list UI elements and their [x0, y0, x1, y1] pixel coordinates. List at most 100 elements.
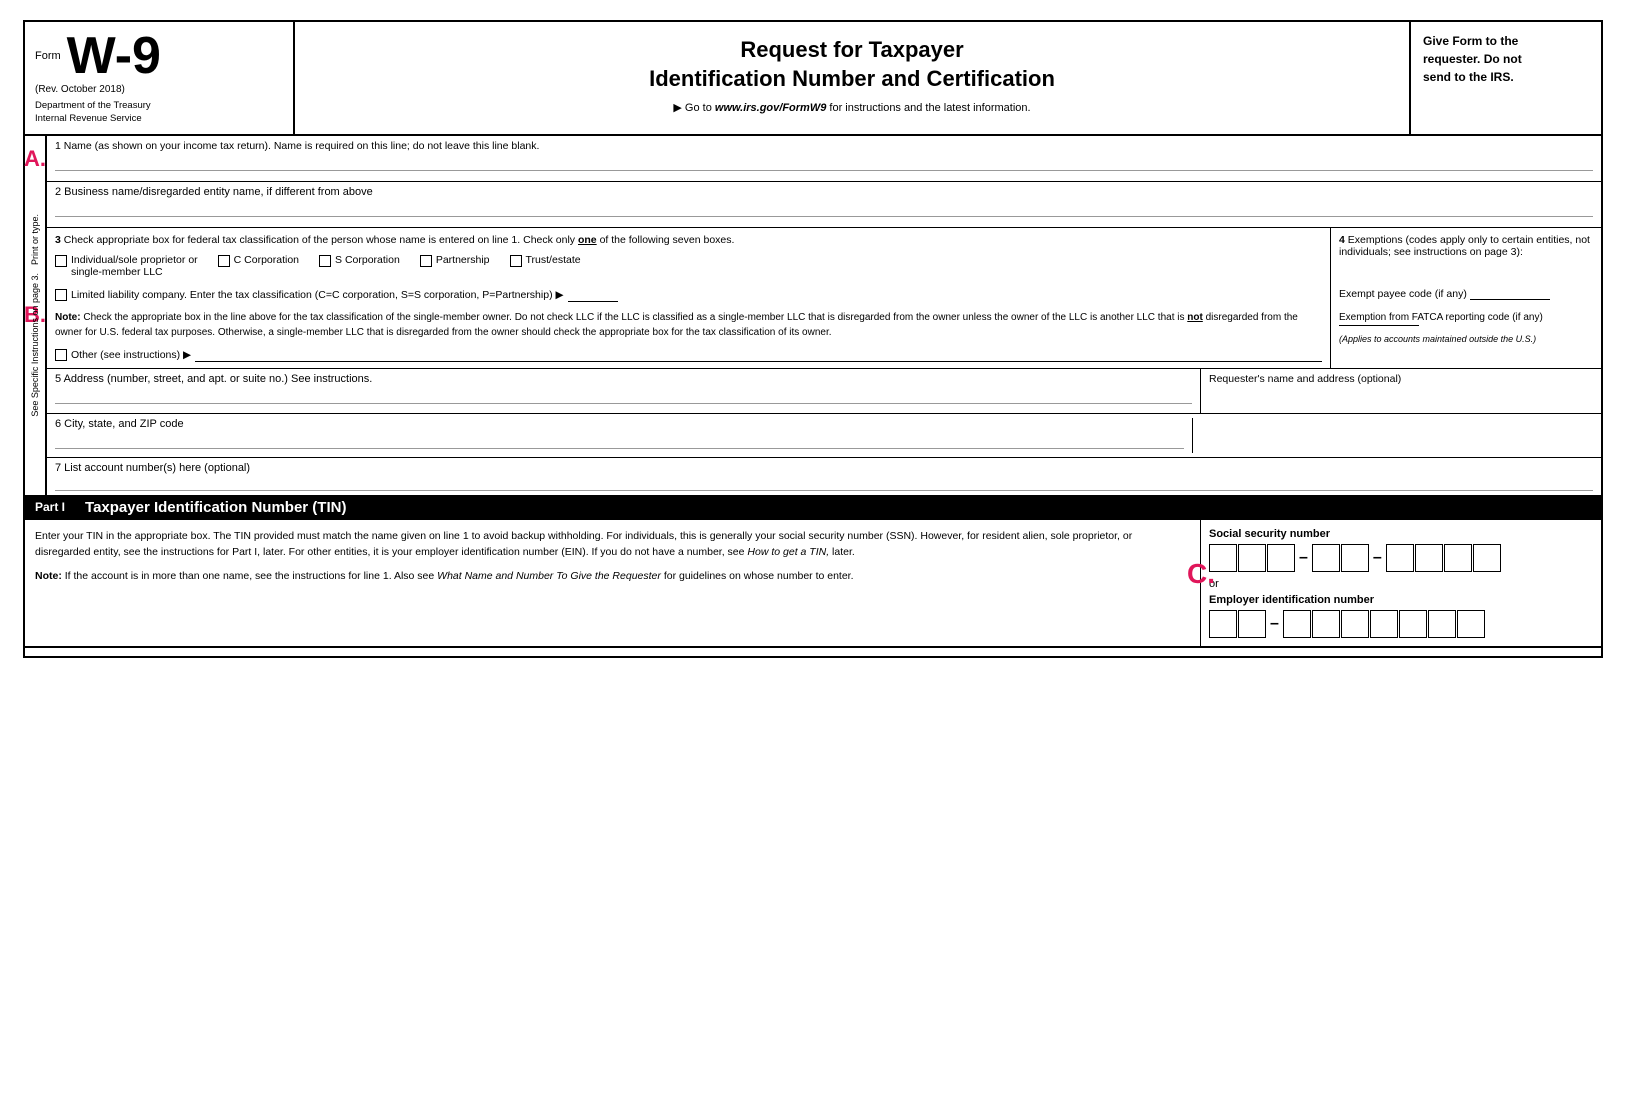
checkbox-individual-box[interactable] — [55, 255, 67, 267]
part1-header: Part I Taxpayer Identification Number (T… — [25, 495, 1601, 520]
ssn-cell-3[interactable] — [1267, 544, 1295, 572]
ein-cell-9[interactable] — [1457, 610, 1485, 638]
fatca-section: Exemption from FATCA reporting code (if … — [1339, 312, 1593, 326]
llc-classification-input[interactable] — [568, 288, 618, 302]
side-print-type: Print or type. — [30, 210, 41, 269]
form-fields: 1 Name (as shown on your income tax retu… — [47, 136, 1601, 495]
form-number-block: Form W-9 — [35, 30, 283, 82]
line5-input[interactable] — [55, 391, 1192, 404]
checkbox-partnership-box[interactable] — [420, 255, 432, 267]
line2-field: 2 Business name/disregarded entity name,… — [47, 182, 1601, 228]
ssn-cell-9[interactable] — [1473, 544, 1501, 572]
ssn-boxes: – – — [1209, 544, 1593, 572]
line1-label: 1 Name (as shown on your income tax retu… — [55, 140, 539, 152]
checkbox-partnership[interactable]: Partnership — [420, 254, 490, 267]
ssn-cell-7[interactable] — [1415, 544, 1443, 572]
other-row[interactable]: Other (see instructions) ▶ — [55, 348, 1322, 362]
requester-address[interactable] — [1193, 418, 1593, 453]
fatca-input[interactable] — [1339, 325, 1419, 326]
line3-section: 3 Check appropriate box for federal tax … — [47, 228, 1331, 368]
line6-row: 6 City, state, and ZIP code — [47, 414, 1601, 458]
ssn-segment-2 — [1312, 544, 1369, 572]
ein-cell-3[interactable] — [1283, 610, 1311, 638]
ssn-cell-8[interactable] — [1444, 544, 1472, 572]
line4-title: 4 Exemptions (codes apply only to certai… — [1339, 234, 1593, 258]
side-see-specific: See Specific Instructions on page 3. — [30, 269, 41, 421]
llc-row: Limited liability company. Enter the tax… — [55, 288, 1322, 302]
ein-cell-7[interactable] — [1399, 610, 1427, 638]
ssn-cell-6[interactable] — [1386, 544, 1414, 572]
go-to-line: ▶ Go to www.irs.gov/FormW9 for instructi… — [305, 101, 1399, 114]
ssn-label: Social security number — [1209, 528, 1593, 540]
rev-date: (Rev. October 2018) — [35, 84, 283, 95]
line1-input[interactable] — [55, 158, 1593, 171]
ein-cell-8[interactable] — [1428, 610, 1456, 638]
bottom-border — [25, 646, 1601, 656]
ein-cell-6[interactable] — [1370, 610, 1398, 638]
part1-label: Part I — [35, 500, 65, 514]
line4-section: 4 Exemptions (codes apply only to certai… — [1331, 228, 1601, 368]
marker-c: C. — [1187, 558, 1215, 590]
ein-cell-1[interactable] — [1209, 610, 1237, 638]
ssn-cell-5[interactable] — [1341, 544, 1369, 572]
header-left: Form W-9 (Rev. October 2018) Department … — [25, 22, 295, 134]
side-label: A. Print or type. B. See Specific Instru… — [25, 136, 47, 495]
ein-dash: – — [1270, 615, 1279, 633]
line7-label: 7 List account number(s) here (optional) — [55, 462, 250, 474]
dept-line2: Internal Revenue Service — [35, 112, 283, 125]
line5-label: 5 Address (number, street, and apt. or s… — [55, 373, 372, 385]
line7-section: 7 List account number(s) here (optional) — [47, 458, 1601, 495]
or-text: or — [1209, 578, 1593, 590]
checkbox-c-corp-box[interactable] — [218, 255, 230, 267]
ssn-dash-2: – — [1373, 549, 1382, 567]
line3-note: Note: Check the appropriate box in the l… — [55, 310, 1322, 340]
dept-info: Department of the Treasury Internal Reve… — [35, 99, 283, 126]
line7-input[interactable] — [55, 478, 1593, 491]
other-input[interactable] — [195, 348, 1322, 362]
form-main-title: Request for Taxpayer Identification Numb… — [305, 36, 1399, 93]
checkbox-other-box[interactable] — [55, 349, 67, 361]
exempt-payee-input[interactable] — [1470, 299, 1550, 300]
marker-a: A. — [24, 146, 46, 172]
checkbox-trust[interactable]: Trust/estate — [510, 254, 581, 267]
line2-input[interactable] — [55, 204, 1593, 217]
part1-instructions: Enter your TIN in the appropriate box. T… — [25, 520, 1201, 646]
w9-form: Form W-9 (Rev. October 2018) Department … — [23, 20, 1603, 658]
part1-title: Taxpayer Identification Number (TIN) — [85, 499, 346, 516]
applies-note: (Applies to accounts maintained outside … — [1339, 334, 1593, 344]
checkbox-llc-box[interactable] — [55, 289, 67, 301]
form-header: Form W-9 (Rev. October 2018) Department … — [25, 22, 1601, 136]
ssn-cell-2[interactable] — [1238, 544, 1266, 572]
form-body: A. Print or type. B. See Specific Instru… — [25, 136, 1601, 495]
line6-section: 6 City, state, and ZIP code — [55, 418, 1193, 453]
checkbox-individual[interactable]: Individual/sole proprietor or single-mem… — [55, 254, 198, 278]
dept-line1: Department of the Treasury — [35, 99, 283, 112]
ssn-segment-3 — [1386, 544, 1501, 572]
line1-field: 1 Name (as shown on your income tax retu… — [47, 136, 1601, 182]
line3-title: 3 Check appropriate box for federal tax … — [55, 234, 1322, 246]
ein-segment-2 — [1283, 610, 1485, 638]
checkboxes-row: Individual/sole proprietor or single-mem… — [55, 254, 1322, 278]
header-right: Give Form to the requester. Do not send … — [1411, 22, 1601, 134]
checkbox-s-corp[interactable]: S Corporation — [319, 254, 400, 267]
form-label: Form — [35, 50, 61, 62]
line6-input[interactable] — [55, 436, 1184, 449]
line2-label: 2 Business name/disregarded entity name,… — [55, 186, 373, 198]
line6-label: 6 City, state, and ZIP code — [55, 418, 184, 430]
ein-label: Employer identification number — [1209, 594, 1593, 606]
line34-row: 3 Check appropriate box for federal tax … — [47, 228, 1601, 369]
ein-cell-5[interactable] — [1341, 610, 1369, 638]
checkbox-c-corp[interactable]: C Corporation — [218, 254, 299, 267]
header-center: Request for Taxpayer Identification Numb… — [295, 22, 1411, 134]
ssn-cell-4[interactable] — [1312, 544, 1340, 572]
line5-section: 5 Address (number, street, and apt. or s… — [47, 369, 1201, 413]
ein-cell-2[interactable] — [1238, 610, 1266, 638]
part1-tin-section: C. Social security number – – — [1201, 520, 1601, 646]
ein-cell-4[interactable] — [1312, 610, 1340, 638]
checkbox-trust-box[interactable] — [510, 255, 522, 267]
line5-row: 5 Address (number, street, and apt. or s… — [47, 369, 1601, 414]
ein-boxes: – — [1209, 610, 1593, 638]
checkbox-s-corp-box[interactable] — [319, 255, 331, 267]
part1-body: Enter your TIN in the appropriate box. T… — [25, 520, 1601, 646]
ssn-segment-1 — [1209, 544, 1295, 572]
